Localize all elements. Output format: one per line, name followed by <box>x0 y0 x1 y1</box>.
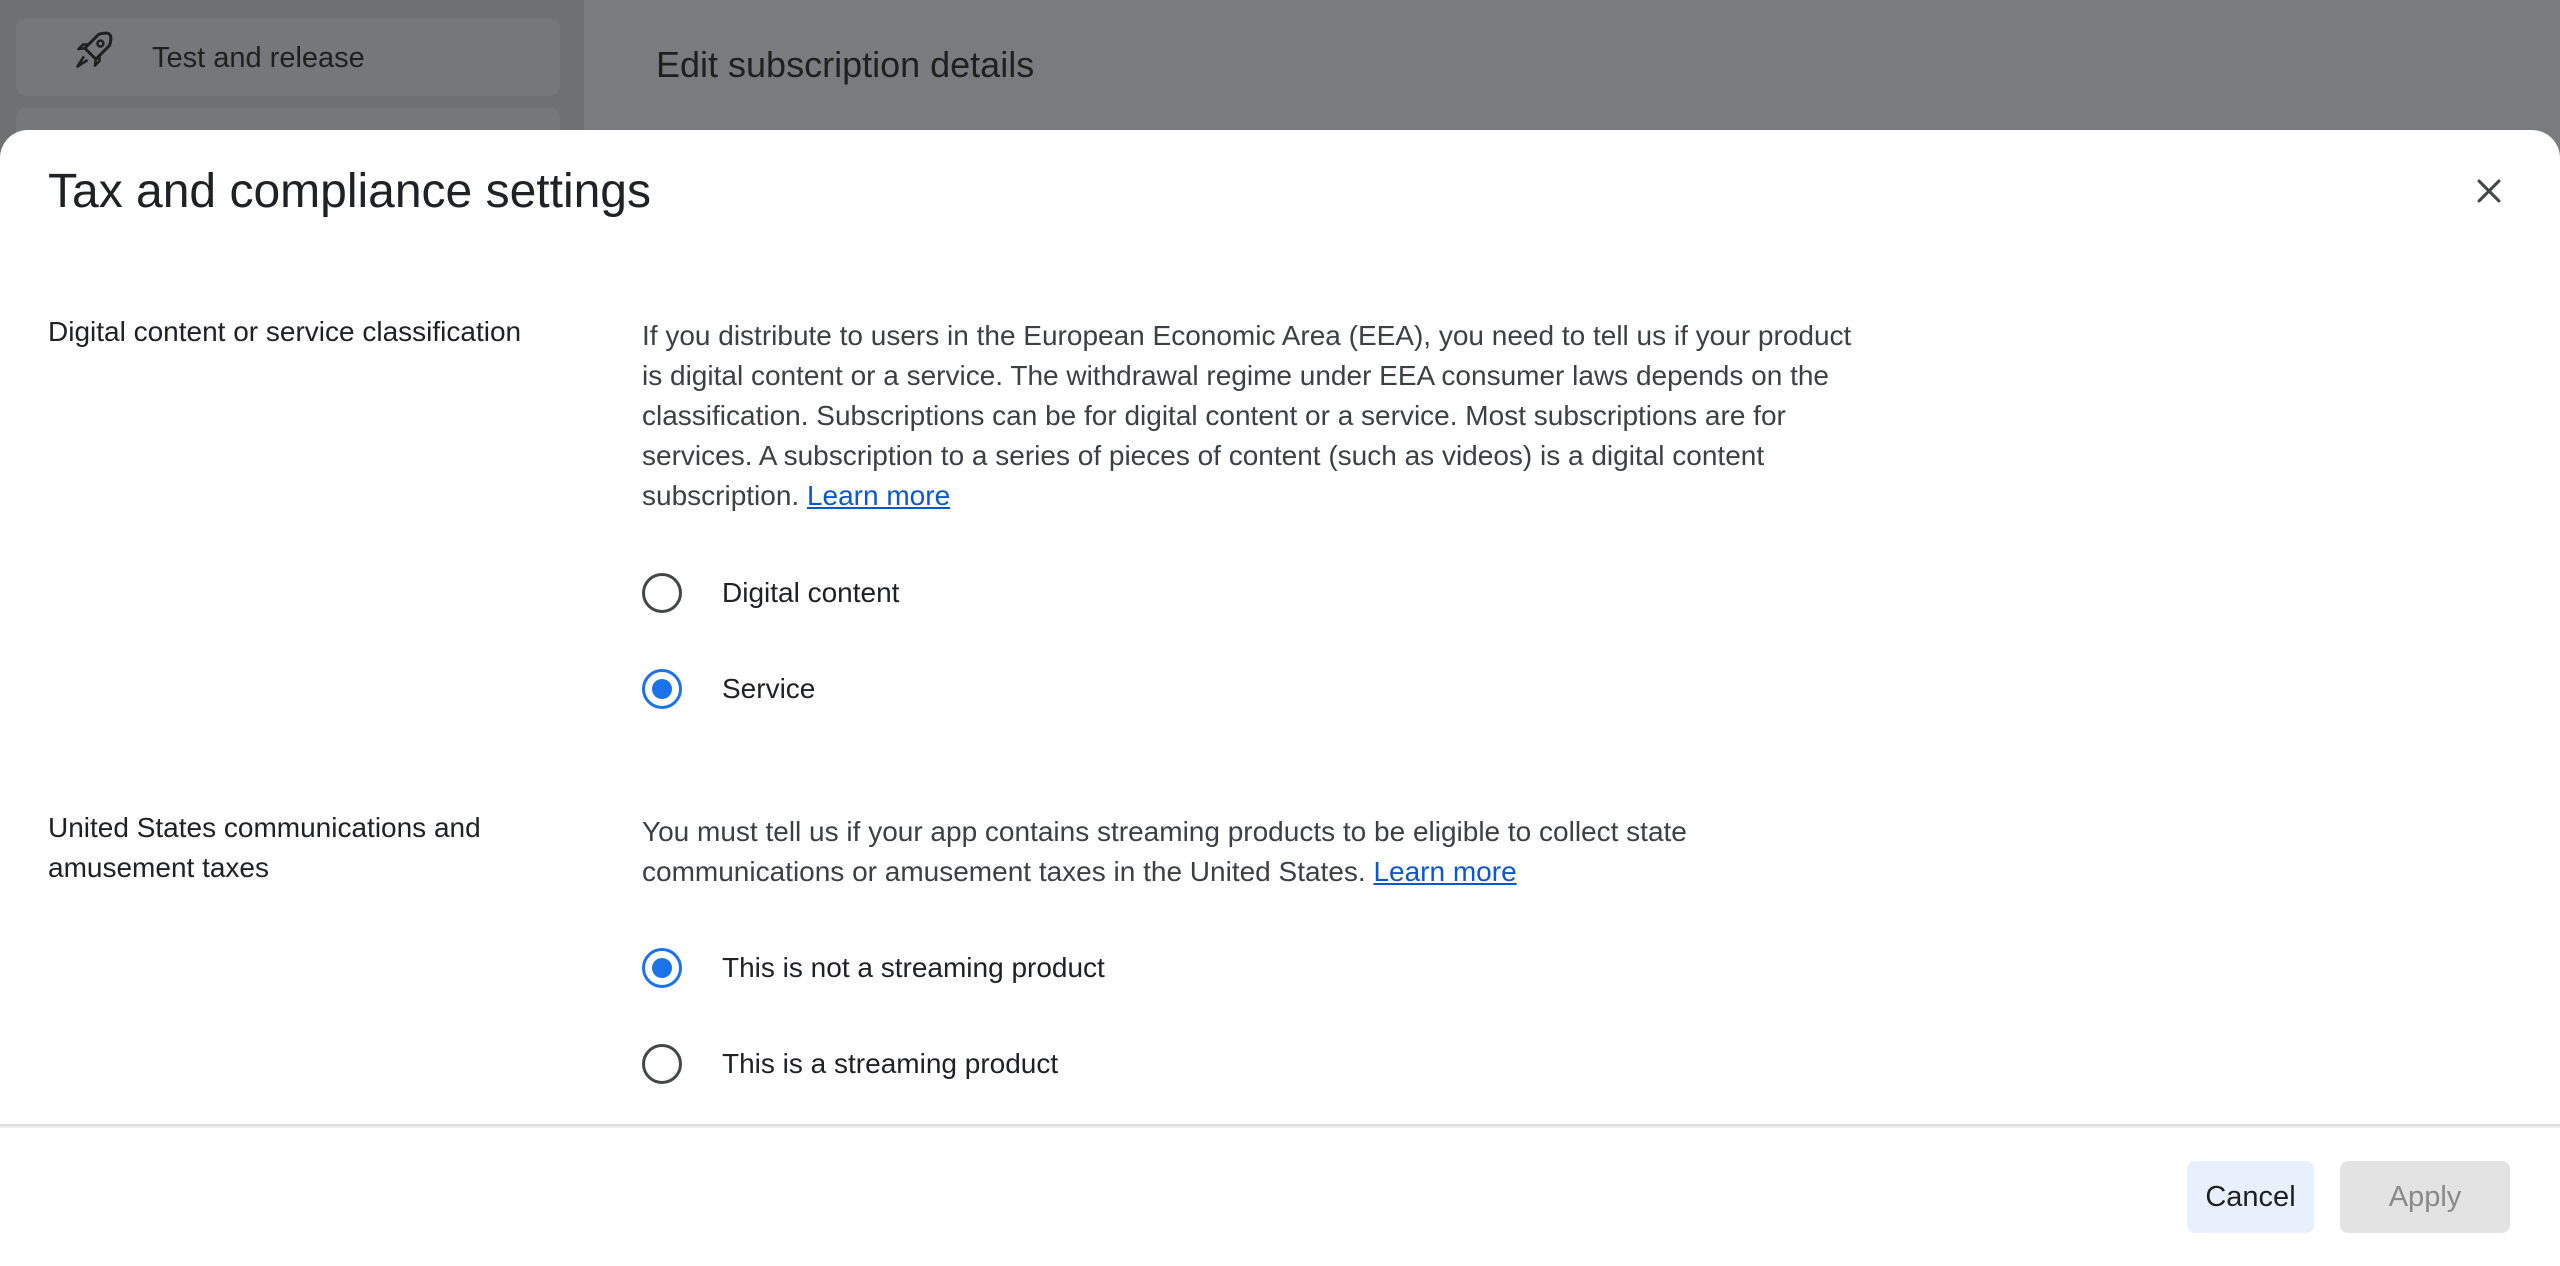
radio-button[interactable] <box>642 573 682 613</box>
radio-selected-dot <box>652 679 672 699</box>
cancel-button[interactable]: Cancel <box>2187 1161 2314 1233</box>
radio-option-service[interactable]: Service <box>642 667 815 711</box>
radio-button[interactable] <box>642 669 682 709</box>
tax-compliance-dialog: Tax and compliance settings Digital cont… <box>0 130 2560 1266</box>
section-label-us-taxes: United States communications and amuseme… <box>48 812 481 883</box>
learn-more-link-classification[interactable]: Learn more <box>807 480 950 511</box>
sidebar-item-label: Test and release <box>152 42 365 74</box>
radio-option-streaming[interactable]: This is a streaming product <box>642 1042 1058 1086</box>
learn-more-link-us-taxes[interactable]: Learn more <box>1373 856 1516 887</box>
close-button[interactable] <box>2462 164 2516 218</box>
description-text: You must tell us if your app contains st… <box>642 816 1687 887</box>
radio-label: Service <box>722 673 816 704</box>
radio-option-not-streaming[interactable]: This is not a streaming product <box>642 946 1105 990</box>
radio-label: Digital content <box>722 577 900 608</box>
sidebar-item-test-and-release: Test and release <box>16 18 560 96</box>
radio-button[interactable] <box>642 1044 682 1084</box>
apply-button[interactable]: Apply <box>2340 1161 2510 1233</box>
section-description-us-taxes: You must tell us if your app contains st… <box>642 812 1862 892</box>
section-description-classification: If you distribute to users in the Europe… <box>642 316 1862 516</box>
dialog-title: Tax and compliance settings <box>48 165 651 218</box>
radio-selected-dot <box>652 958 672 978</box>
close-icon <box>2477 179 2501 203</box>
dialog-footer <box>0 1128 2560 1266</box>
section-label-classification: Digital content or service classificatio… <box>48 316 522 347</box>
radio-label: This is not a streaming product <box>722 952 1105 983</box>
radio-option-digital-content[interactable]: Digital content <box>642 571 899 615</box>
radio-button[interactable] <box>642 948 682 988</box>
background-page-title: Edit subscription details <box>656 44 1035 85</box>
rocket-icon <box>56 18 132 82</box>
radio-label: This is a streaming product <box>722 1048 1059 1079</box>
